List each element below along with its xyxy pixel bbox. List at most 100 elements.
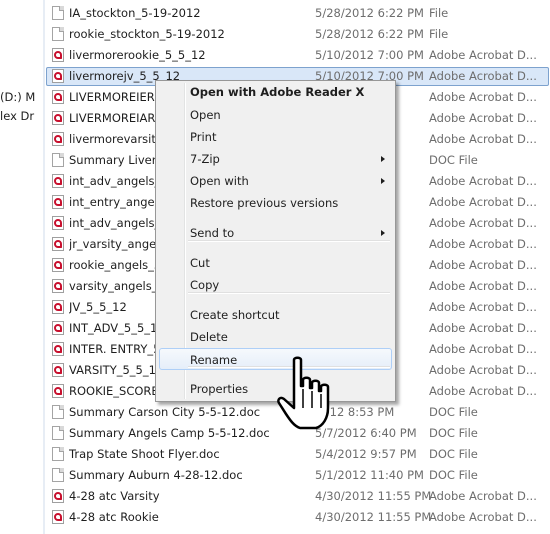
menu-item-label: Delete bbox=[190, 330, 228, 344]
pdf-icon bbox=[52, 279, 64, 293]
file-type: Adobe Acrobat D... bbox=[429, 111, 537, 125]
file-type: Adobe Acrobat D... bbox=[429, 342, 537, 356]
pdf-icon bbox=[52, 363, 64, 377]
pdf-icon bbox=[52, 258, 64, 272]
file-type: Adobe Acrobat D... bbox=[429, 510, 537, 524]
menu-item-label: Cut bbox=[190, 256, 210, 270]
pdf-icon bbox=[52, 195, 64, 209]
context-menu: Open with Adobe Reader X Open Print 7-Zip Op… bbox=[155, 80, 396, 402]
file-type: DOC File bbox=[429, 468, 478, 482]
pdf-icon bbox=[52, 510, 64, 524]
file-icon bbox=[52, 468, 64, 482]
menu-item-create-shortcut[interactable]: Create shortcut bbox=[159, 304, 392, 326]
menu-item-label: Open with Adobe Reader X bbox=[190, 85, 365, 99]
file-row[interactable]: Summary Auburn 4-28-12.doc 5/1/2012 11:40… bbox=[45, 465, 550, 486]
file-name: Trap State Shoot Flyer.doc bbox=[69, 447, 220, 461]
menu-item-open[interactable]: Open bbox=[159, 104, 392, 126]
file-row[interactable]: 4-28 atc Varsity 4/30/2012 11:55 PM Adobe … bbox=[45, 486, 550, 507]
submenu-arrow-icon bbox=[381, 156, 385, 162]
file-date-modified: 4/30/2012 11:55 PM bbox=[315, 489, 432, 503]
menu-item-label: Restore previous versions bbox=[190, 196, 339, 210]
file-type: Adobe Acrobat D... bbox=[429, 237, 537, 251]
menu-item-label: Open with bbox=[190, 174, 249, 188]
file-type: Adobe Acrobat D... bbox=[429, 216, 537, 230]
file-type: File bbox=[429, 27, 449, 41]
pdf-icon bbox=[52, 489, 64, 503]
pdf-icon bbox=[52, 132, 64, 146]
file-type: DOC File bbox=[429, 426, 478, 440]
submenu-arrow-icon bbox=[381, 230, 385, 236]
file-name: 4-28 atc Varsity bbox=[69, 489, 160, 503]
menu-item-cut[interactable]: Cut bbox=[159, 252, 392, 274]
pdf-icon bbox=[52, 111, 64, 125]
navigation-pane: (D:) M lex Dr bbox=[0, 0, 43, 534]
file-date-modified: 4/30/2012 11:55 PM bbox=[315, 510, 432, 524]
nav-removable-drive[interactable]: lex Dr bbox=[0, 107, 43, 125]
file-row[interactable]: livermorerookie_5_5_12 5/10/2012 7:00 PM A… bbox=[45, 45, 550, 66]
file-name: 4-28 atc Rookie bbox=[69, 510, 159, 524]
hand-pointer-icon bbox=[277, 356, 330, 430]
file-type: Adobe Acrobat D... bbox=[429, 174, 537, 188]
menu-item-label: Create shortcut bbox=[190, 308, 280, 322]
file-icon bbox=[52, 6, 64, 20]
pdf-icon bbox=[52, 48, 64, 62]
menu-item-label: Print bbox=[190, 130, 217, 144]
file-type: DOC File bbox=[429, 405, 478, 419]
file-icon bbox=[52, 426, 64, 440]
file-type: Adobe Acrobat D... bbox=[429, 279, 537, 293]
file-type: Adobe Acrobat D... bbox=[429, 48, 537, 62]
menu-item-7-zip[interactable]: 7-Zip bbox=[159, 148, 392, 170]
file-type: File bbox=[429, 6, 449, 20]
file-type: Adobe Acrobat D... bbox=[429, 384, 537, 398]
file-type: Adobe Acrobat D... bbox=[429, 489, 537, 503]
file-date-modified: 5/28/2012 6:22 PM bbox=[315, 27, 424, 41]
pdf-icon bbox=[52, 69, 64, 83]
file-row[interactable]: rookie_stockton_5-19-2012 5/28/2012 6:22 … bbox=[45, 24, 550, 45]
pdf-icon bbox=[52, 90, 64, 104]
nav-drive-d[interactable]: (D:) M bbox=[0, 88, 43, 106]
pdf-icon bbox=[52, 216, 64, 230]
file-type: Adobe Acrobat D... bbox=[429, 195, 537, 209]
file-name: Summary Angels Camp 5-5-12.doc bbox=[69, 426, 270, 440]
pdf-icon bbox=[52, 237, 64, 251]
file-icon bbox=[52, 447, 64, 461]
file-type: Adobe Acrobat D... bbox=[429, 363, 537, 377]
file-date-modified: 5/10/2012 7:00 PM bbox=[315, 48, 424, 62]
menu-item-label: 7-Zip bbox=[190, 152, 220, 166]
pdf-icon bbox=[52, 384, 64, 398]
menu-item-restore-previous-versions[interactable]: Restore previous versions bbox=[159, 192, 392, 214]
file-type: Adobe Acrobat D... bbox=[429, 321, 537, 335]
menu-item-open-with-adobe-reader-x[interactable]: Open with Adobe Reader X bbox=[159, 81, 392, 103]
submenu-arrow-icon bbox=[381, 178, 385, 184]
file-date-modified: 5/1/2012 11:40 PM bbox=[315, 468, 424, 482]
file-type: Adobe Acrobat D... bbox=[429, 300, 537, 314]
menu-item-label: Open bbox=[190, 108, 221, 122]
file-name: Summary Auburn 4-28-12.doc bbox=[69, 468, 243, 482]
file-name: IA_stockton_5-19-2012 bbox=[69, 6, 201, 20]
menu-separator bbox=[188, 240, 390, 242]
menu-item-open-with[interactable]: Open with bbox=[159, 170, 392, 192]
file-date-modified: 5/28/2012 6:22 PM bbox=[315, 6, 424, 20]
file-row[interactable]: 4-28 atc Rookie 4/30/2012 11:55 PM Adobe A… bbox=[45, 507, 550, 528]
file-row[interactable]: Trap State Shoot Flyer.doc 5/4/2012 9:57 … bbox=[45, 444, 550, 465]
file-type: Adobe Acrobat D... bbox=[429, 132, 537, 146]
menu-item-label: Properties bbox=[190, 382, 249, 396]
menu-item-delete[interactable]: Delete bbox=[159, 326, 392, 348]
menu-item-print[interactable]: Print bbox=[159, 126, 392, 148]
pdf-icon bbox=[52, 342, 64, 356]
file-icon bbox=[52, 27, 64, 41]
file-date-modified: 5/4/2012 9:57 PM bbox=[315, 447, 417, 461]
file-type: DOC File bbox=[429, 153, 478, 167]
file-name: rookie_stockton_5-19-2012 bbox=[69, 27, 225, 41]
file-name: livermorerookie_5_5_12 bbox=[69, 48, 206, 62]
file-icon bbox=[52, 153, 64, 167]
file-type: Adobe Acrobat D... bbox=[429, 258, 537, 272]
file-type: DOC File bbox=[429, 447, 478, 461]
pdf-icon bbox=[52, 321, 64, 335]
file-icon bbox=[52, 405, 64, 419]
file-type: Adobe Acrobat D... bbox=[429, 69, 537, 83]
file-row[interactable]: IA_stockton_5-19-2012 5/28/2012 6:22 PM Fi… bbox=[45, 3, 550, 24]
pdf-icon bbox=[52, 300, 64, 314]
file-type: Adobe Acrobat D... bbox=[429, 90, 537, 104]
file-name: Summary Carson City 5-5-12.doc bbox=[69, 405, 261, 419]
